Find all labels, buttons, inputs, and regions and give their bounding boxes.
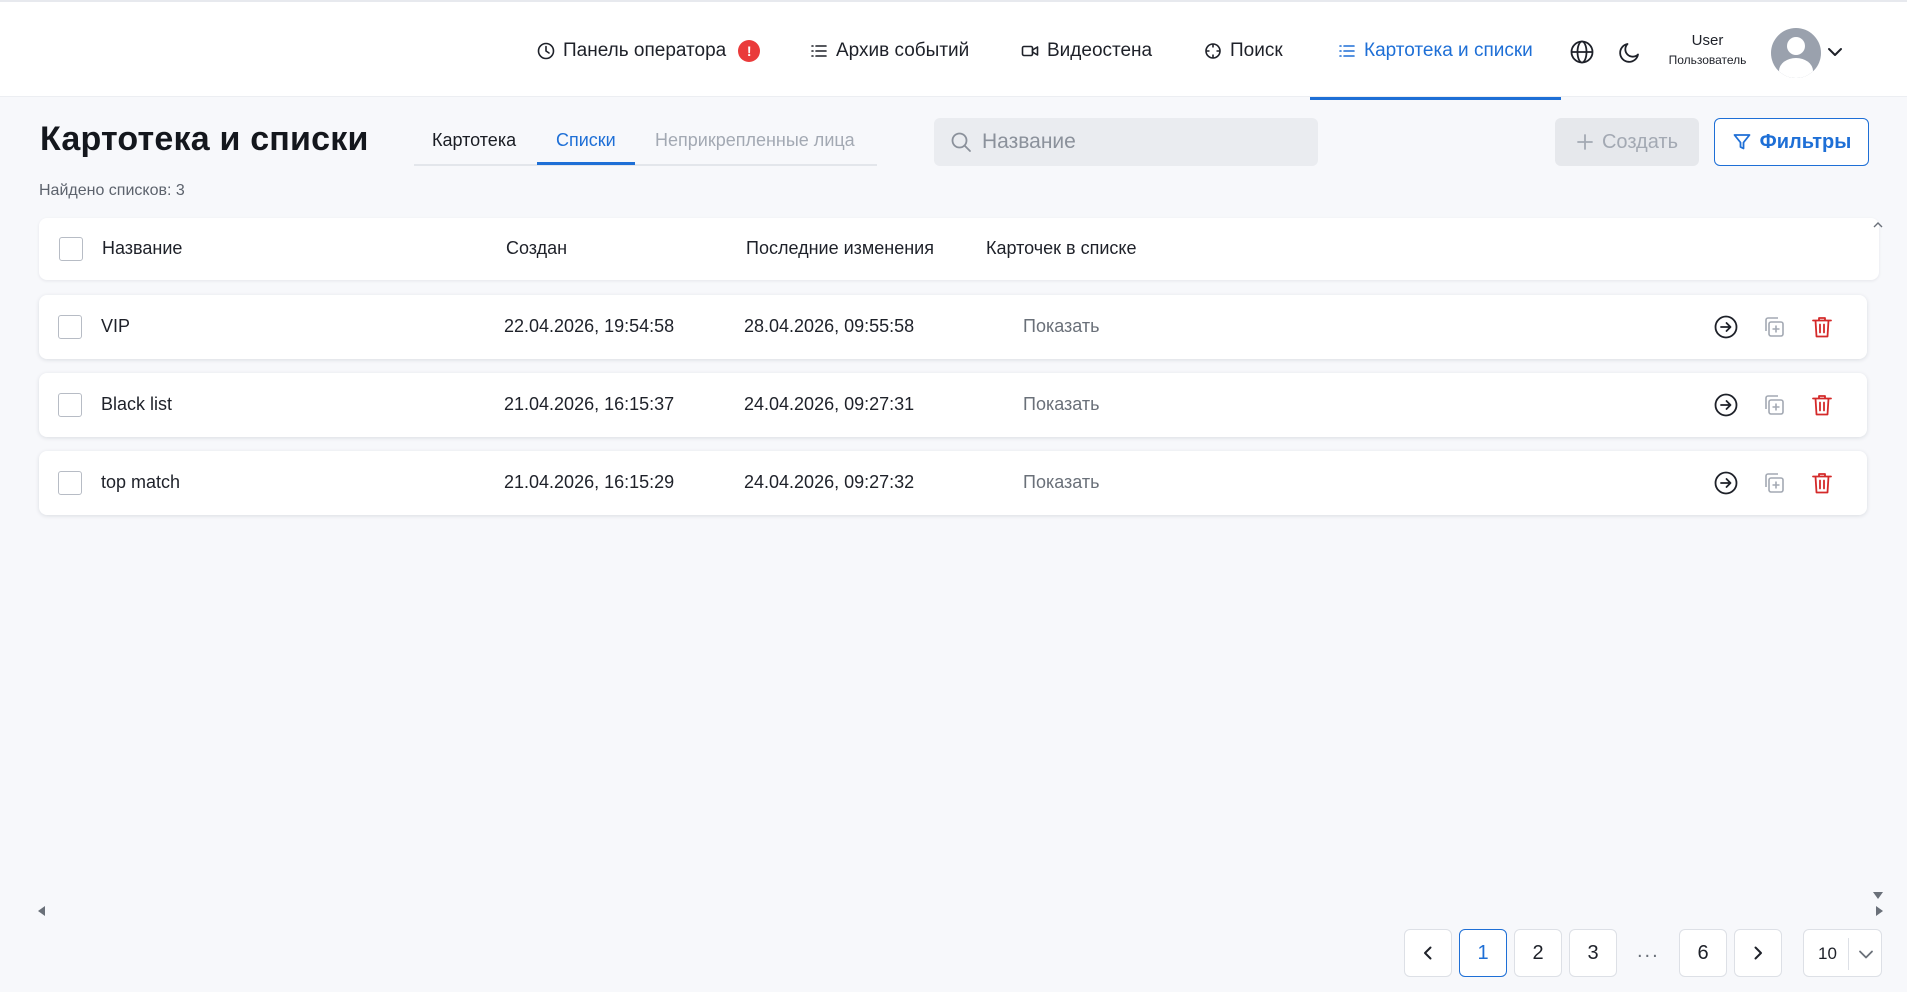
column-header-cards: Карточек в списке xyxy=(986,238,1137,258)
open-arrow-icon[interactable] xyxy=(1713,314,1739,340)
filters-button-label: Фильтры xyxy=(1759,130,1852,153)
column-header-modified[interactable]: Последние изменения xyxy=(746,238,934,259)
row-modified: 24.04.2026, 09:27:32 xyxy=(744,472,915,492)
row-modified: 24.04.2026, 09:27:31 xyxy=(744,394,915,414)
alert-badge: ! xyxy=(738,39,761,62)
crosshair-icon xyxy=(1205,42,1221,59)
delete-icon[interactable] xyxy=(1809,314,1835,340)
row-created: 22.04.2026, 19:54:58 xyxy=(504,316,675,336)
nav-video-wall-label: Видеостена xyxy=(1047,39,1153,61)
search-input[interactable] xyxy=(982,130,1302,154)
tab-bar: Картотека Списки Неприкрепленные лица xyxy=(414,120,877,166)
copy-icon[interactable] xyxy=(1761,314,1787,340)
nav-operator-panel[interactable]: Панель оператора ! xyxy=(537,2,761,99)
show-cards-link[interactable]: Показать xyxy=(1023,316,1100,337)
prev-page-button[interactable] xyxy=(1404,929,1452,977)
row-checkbox[interactable] xyxy=(58,471,82,495)
page-title: Картотека и списки xyxy=(40,120,369,158)
nav-events-archive-label: Архив событий xyxy=(836,39,970,61)
avatar[interactable] xyxy=(1771,28,1821,78)
search-icon xyxy=(951,132,971,152)
page-button-1[interactable]: 1 xyxy=(1459,929,1507,977)
row-checkbox[interactable] xyxy=(58,393,82,417)
row-created: 21.04.2026, 16:15:37 xyxy=(504,394,675,414)
nav-card-index-lists-label: Картотека и списки xyxy=(1364,39,1533,61)
user-name: User xyxy=(1691,32,1724,49)
chevron-left-icon xyxy=(1424,946,1432,960)
clock-icon xyxy=(537,42,555,59)
row-created: 21.04.2026, 16:15:29 xyxy=(504,472,675,492)
list-icon xyxy=(1339,44,1355,57)
search-box[interactable] xyxy=(934,118,1318,166)
scroll-right-arrow-icon[interactable] xyxy=(1875,906,1883,916)
show-cards-link[interactable]: Показать xyxy=(1023,394,1100,415)
plus-icon xyxy=(1577,134,1593,150)
tab-card-index[interactable]: Картотека xyxy=(432,130,516,151)
page-button-2[interactable]: 2 xyxy=(1514,929,1562,977)
tab-lists[interactable]: Списки xyxy=(556,130,616,151)
user-role: Пользователь xyxy=(1668,53,1747,67)
delete-icon[interactable] xyxy=(1809,470,1835,496)
nav-search-label: Поиск xyxy=(1230,39,1283,61)
filter-icon xyxy=(1733,134,1751,150)
tab-unattached-faces: Неприкрепленные лица xyxy=(655,130,855,150)
active-tab-indicator xyxy=(537,162,635,165)
nav-search[interactable]: Поиск xyxy=(1204,2,1283,99)
pagination-ellipsis: ... xyxy=(1637,940,1660,962)
column-header-created[interactable]: Создан xyxy=(506,238,567,259)
copy-icon[interactable] xyxy=(1761,392,1787,418)
page-button-last[interactable]: 6 xyxy=(1679,929,1727,977)
table-row[interactable]: VIP 22.04.2026, 19:54:58 28.04.2026, 09:… xyxy=(39,295,1867,359)
row-name: Black list xyxy=(101,394,173,414)
chevron-down-icon xyxy=(1859,950,1873,959)
results-count: Найдено списков: 3 xyxy=(39,182,185,199)
globe-icon[interactable] xyxy=(1569,39,1595,65)
select-all-checkbox[interactable] xyxy=(59,237,83,261)
open-arrow-icon[interactable] xyxy=(1713,392,1739,418)
table-row[interactable]: top match 21.04.2026, 16:15:29 24.04.202… xyxy=(39,451,1867,515)
page-button-3[interactable]: 3 xyxy=(1569,929,1617,977)
copy-icon[interactable] xyxy=(1761,470,1787,496)
show-cards-link[interactable]: Показать xyxy=(1023,472,1100,493)
video-camera-icon xyxy=(1021,45,1039,56)
scroll-up-arrow-icon[interactable] xyxy=(1873,221,1883,229)
scroll-left-arrow-icon[interactable] xyxy=(38,906,46,916)
row-name: top match xyxy=(101,472,181,492)
nav-events-archive[interactable]: Архив событий xyxy=(810,2,969,99)
delete-icon[interactable] xyxy=(1809,392,1835,418)
row-name: VIP xyxy=(101,316,131,336)
chevron-down-icon[interactable] xyxy=(1825,42,1845,62)
filters-button[interactable]: Фильтры xyxy=(1714,118,1869,166)
user-info[interactable]: User Пользователь xyxy=(1655,32,1760,67)
row-modified: 28.04.2026, 09:55:58 xyxy=(744,316,915,336)
per-page-value: 10 xyxy=(1818,944,1837,963)
open-arrow-icon[interactable] xyxy=(1713,470,1739,496)
table-header: Название Создан Последние изменения Карт… xyxy=(39,218,1879,280)
chevron-right-icon xyxy=(1754,946,1762,960)
row-checkbox[interactable] xyxy=(58,315,82,339)
next-page-button[interactable] xyxy=(1734,929,1782,977)
nav-video-wall[interactable]: Видеостена xyxy=(1021,2,1152,99)
top-navigation-bar: Панель оператора ! Архив событий Видеост… xyxy=(0,0,1907,100)
moon-icon[interactable] xyxy=(1617,39,1643,65)
create-button[interactable]: Создать xyxy=(1555,118,1699,166)
nav-operator-panel-label: Панель оператора xyxy=(563,39,727,61)
table-row[interactable]: Black list 21.04.2026, 16:15:37 24.04.20… xyxy=(39,373,1867,437)
per-page-select[interactable]: 10 xyxy=(1803,929,1882,977)
nav-card-index-lists[interactable]: Картотека и списки xyxy=(1310,2,1561,100)
scroll-down-arrow-icon[interactable] xyxy=(1873,892,1883,900)
column-header-name[interactable]: Название xyxy=(102,238,182,259)
create-button-label: Создать xyxy=(1601,130,1678,153)
list-icon xyxy=(811,44,827,57)
